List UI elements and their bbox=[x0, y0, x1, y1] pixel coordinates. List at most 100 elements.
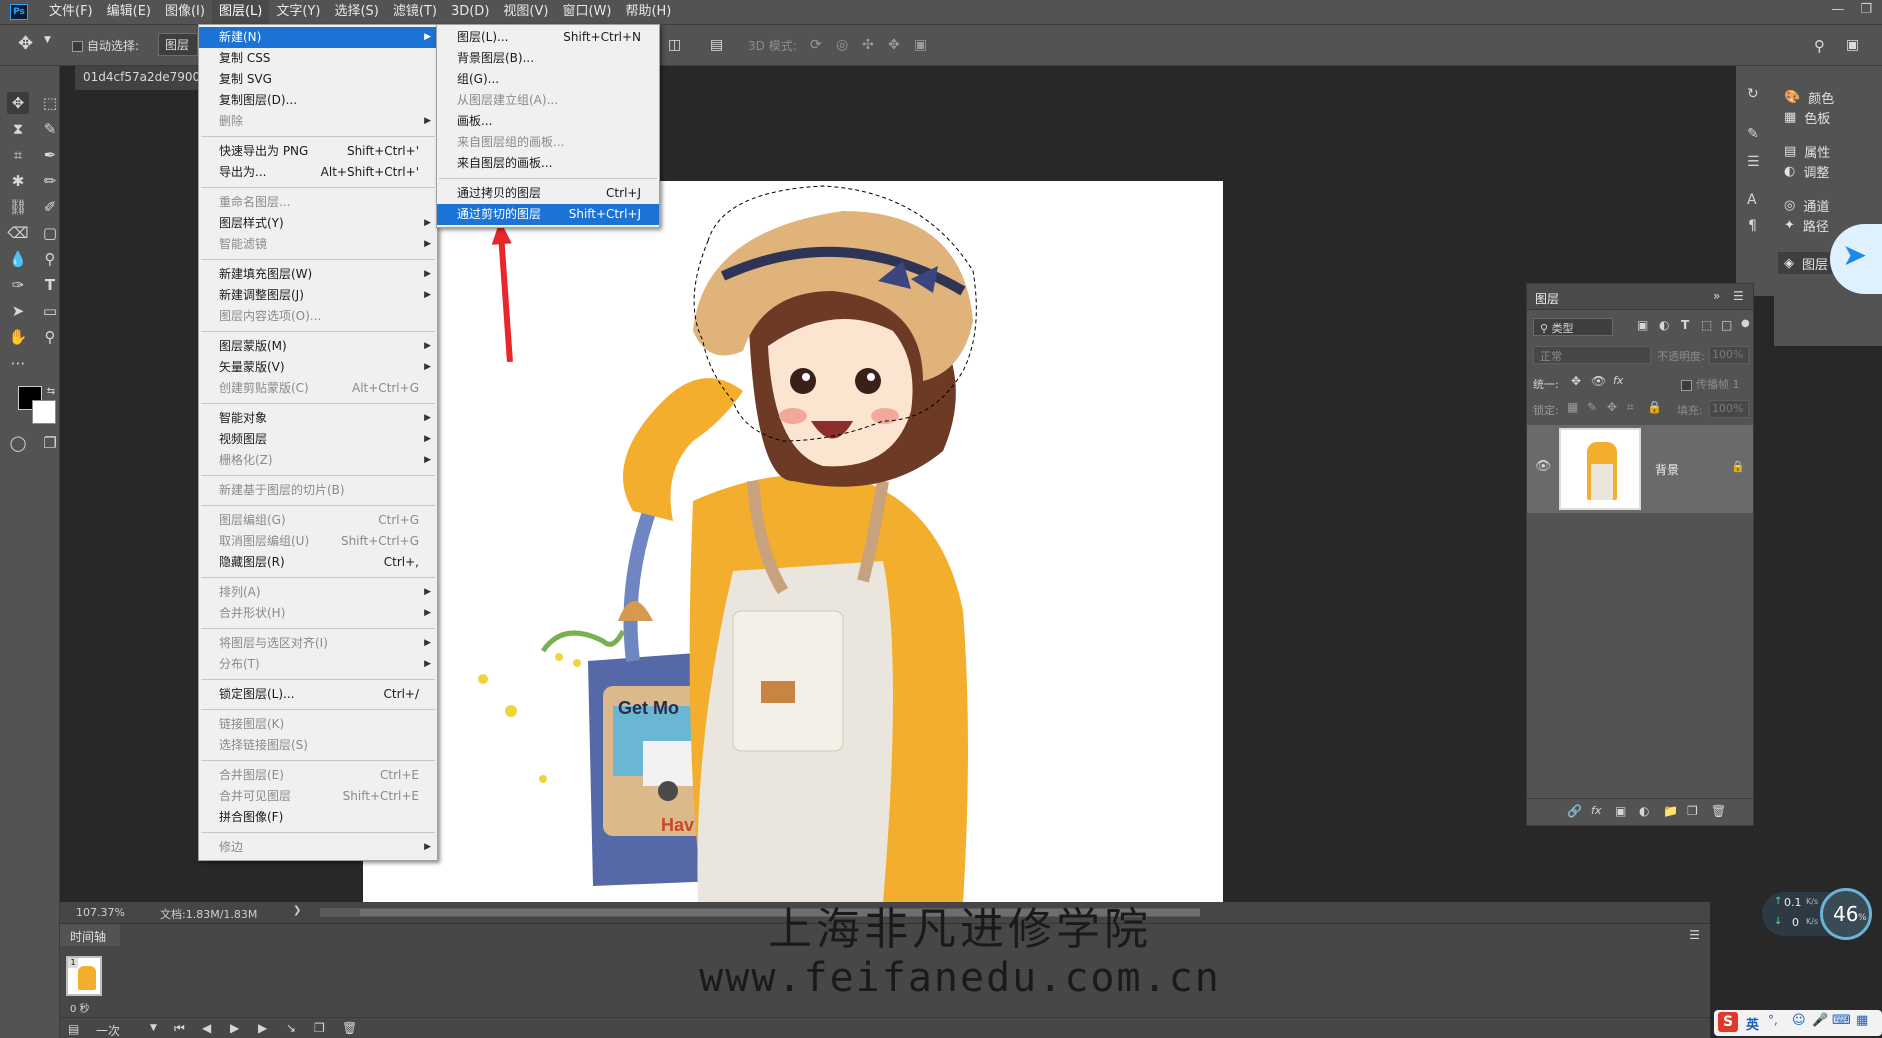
tween-icon[interactable]: ↘ bbox=[286, 1021, 296, 1035]
hand-tool-icon[interactable]: ✋ bbox=[7, 326, 29, 348]
delete-layer-icon[interactable]: 🗑 bbox=[1711, 804, 1726, 818]
distribute-icon[interactable]: ▤ bbox=[710, 37, 723, 53]
background-color-swatch[interactable] bbox=[32, 400, 56, 424]
chevron-down-icon[interactable]: ▼ bbox=[44, 35, 51, 45]
duplicate-frame-icon[interactable]: ❐ bbox=[314, 1021, 325, 1035]
propagate-frame[interactable]: 传播帧 1 bbox=[1681, 376, 1740, 392]
layer-row[interactable]: 👁 背景 🔒 bbox=[1527, 425, 1753, 513]
menu-item-1[interactable]: 编辑(E) bbox=[100, 0, 158, 24]
frame-thumbnail[interactable]: 1 bbox=[66, 956, 102, 996]
menu-item[interactable]: 智能对象 ▶ bbox=[199, 408, 437, 429]
panel-tab-4[interactable]: ◎ 通道 bbox=[1784, 194, 1829, 216]
history-brush-tool-icon[interactable]: ✐ bbox=[39, 196, 61, 218]
menu-item-7[interactable]: 3D(D) bbox=[444, 0, 496, 24]
zoom-level[interactable]: 107.37% bbox=[76, 906, 125, 919]
more-tools-icon[interactable]: ⋯ bbox=[7, 352, 29, 374]
panel-tab-2[interactable]: ▤ 属性 bbox=[1784, 140, 1830, 162]
menu-item[interactable]: 锁定图层(L)... Ctrl+/ bbox=[199, 684, 437, 705]
healing-tool-icon[interactable]: ✱ bbox=[7, 170, 29, 192]
character-icon[interactable]: A bbox=[1747, 192, 1757, 208]
menu-item-6[interactable]: 滤镜(T) bbox=[386, 0, 444, 24]
menu-item[interactable]: 矢量蒙版(V) ▶ bbox=[199, 357, 437, 378]
sogou-logo-icon[interactable]: S bbox=[1718, 1012, 1738, 1032]
3d-pan-icon[interactable]: ✣ bbox=[862, 37, 874, 53]
brush-settings-icon[interactable]: ✎ bbox=[1747, 126, 1759, 142]
align-icon[interactable]: ◫ bbox=[668, 37, 681, 53]
menu-item[interactable]: 隐藏图层(R) Ctrl+, bbox=[199, 552, 437, 573]
delete-frame-icon[interactable]: 🗑 bbox=[342, 1021, 357, 1035]
crop-tool-icon[interactable]: ⌗ bbox=[7, 144, 29, 166]
convert-icon[interactable]: ▤ bbox=[68, 1022, 79, 1036]
brush-tool-icon[interactable]: ✏ bbox=[39, 170, 61, 192]
minimize-icon[interactable]: — bbox=[1831, 2, 1844, 17]
emoji-icon[interactable]: ☺ bbox=[1792, 1013, 1806, 1028]
unify-style-icon[interactable]: fx bbox=[1613, 374, 1623, 387]
shape-filter-icon[interactable]: ⬚ bbox=[1701, 318, 1712, 332]
menu-item[interactable]: 通过拷贝的图层 Ctrl+J bbox=[437, 183, 659, 204]
dodge-tool-icon[interactable]: ⚲ bbox=[39, 248, 61, 270]
fill-input[interactable]: 100% bbox=[1709, 400, 1749, 418]
cpu-gauge[interactable]: 46 % bbox=[1820, 888, 1872, 940]
quick-mask-icon[interactable]: ◯ bbox=[7, 432, 29, 454]
link-layers-icon[interactable]: 🔗 bbox=[1567, 804, 1582, 818]
panel-menu-icon[interactable]: ☰ bbox=[1733, 289, 1744, 303]
menu-item-9[interactable]: 窗口(W) bbox=[555, 0, 618, 24]
menu-item[interactable]: 通过剪切的图层 Shift+Ctrl+J bbox=[437, 204, 659, 225]
menu-item[interactable]: 新建调整图层(J) ▶ bbox=[199, 285, 437, 306]
blur-tool-icon[interactable]: 💧 bbox=[7, 248, 29, 270]
menu-item[interactable]: 图层样式(Y) ▶ bbox=[199, 213, 437, 234]
menu-item[interactable]: 组(G)... bbox=[437, 69, 659, 90]
chevron-down-icon[interactable]: ▼ bbox=[150, 1023, 157, 1033]
pixel-filter-icon[interactable]: ▣ bbox=[1637, 318, 1648, 332]
3d-orbit-icon[interactable]: ⟳ bbox=[810, 37, 822, 53]
add-style-icon[interactable]: fx bbox=[1591, 804, 1601, 817]
marquee-tool-icon[interactable]: ⬚ bbox=[39, 92, 61, 114]
3d-slide-icon[interactable]: ✥ bbox=[888, 37, 900, 53]
new-layer-icon[interactable]: ❐ bbox=[1687, 804, 1698, 818]
new-group-icon[interactable]: 📁 bbox=[1663, 804, 1678, 818]
type-tool-icon[interactable]: T bbox=[39, 274, 61, 296]
keyboard-icon[interactable]: ⌨ bbox=[1832, 1013, 1851, 1028]
first-frame-icon[interactable]: ⏮ bbox=[174, 1021, 185, 1036]
opacity-input[interactable]: 100% bbox=[1709, 346, 1749, 364]
punctuation-icon[interactable]: °, bbox=[1768, 1013, 1778, 1027]
menu-item[interactable]: 快速导出为 PNG Shift+Ctrl+' bbox=[199, 141, 437, 162]
menu-item[interactable]: 背景图层(B)... bbox=[437, 48, 659, 69]
lock-transparent-icon[interactable]: ▦ bbox=[1567, 400, 1578, 414]
paragraph-icon[interactable]: ¶ bbox=[1748, 218, 1757, 234]
zoom-tool-icon[interactable]: ⚲ bbox=[39, 326, 61, 348]
menu-item[interactable]: 来自图层的画板... bbox=[437, 153, 659, 174]
play-icon[interactable]: ▶ bbox=[230, 1021, 239, 1035]
loop-dropdown[interactable]: 一次 bbox=[96, 1022, 120, 1038]
menu-item-4[interactable]: 文字(Y) bbox=[269, 0, 327, 24]
quick-select-tool-icon[interactable]: ✎ bbox=[39, 118, 61, 140]
pen-tool-icon[interactable]: ✑ bbox=[7, 274, 29, 296]
frame-delay[interactable]: 0 秒 bbox=[70, 1000, 90, 1015]
3d-roll-icon[interactable]: ◎ bbox=[836, 37, 848, 53]
unify-position-icon[interactable]: ✥ bbox=[1571, 374, 1581, 388]
move-tool-icon[interactable]: ✥ bbox=[7, 92, 29, 114]
blend-mode-dropdown[interactable]: 正常 bbox=[1533, 346, 1651, 364]
sliders-icon[interactable]: ☰ bbox=[1747, 154, 1760, 170]
swap-colors-icon[interactable]: ⇆ bbox=[44, 384, 58, 398]
menu-item[interactable]: 视频图层 ▶ bbox=[199, 429, 437, 450]
menu-item[interactable]: 新建填充图层(W) ▶ bbox=[199, 264, 437, 285]
unify-visibility-icon[interactable]: 👁 bbox=[1591, 374, 1606, 388]
menu-item-5[interactable]: 选择(S) bbox=[327, 0, 385, 24]
timeline-tab[interactable]: 时间轴 bbox=[60, 924, 120, 946]
menu-item-2[interactable]: 图像(I) bbox=[158, 0, 212, 24]
rectangle-tool-icon[interactable]: ▭ bbox=[39, 300, 61, 322]
adjustment-filter-icon[interactable]: ◐ bbox=[1659, 318, 1669, 332]
menu-item[interactable]: 导出为... Alt+Shift+Ctrl+' bbox=[199, 162, 437, 183]
document-tab[interactable]: 01d4cf57a2de79000 bbox=[75, 66, 208, 90]
history-icon[interactable]: ↻ bbox=[1747, 86, 1759, 102]
toolbox-icon[interactable]: ▦ bbox=[1856, 1013, 1868, 1028]
layer-name[interactable]: 背景 bbox=[1655, 461, 1679, 478]
lock-artboard-icon[interactable]: ⌗ bbox=[1627, 400, 1634, 415]
menu-item[interactable]: 新建(N) ▶ bbox=[199, 27, 437, 48]
add-mask-icon[interactable]: ▣ bbox=[1615, 804, 1626, 818]
visibility-eye-icon[interactable]: 👁 bbox=[1535, 459, 1552, 474]
3d-camera-icon[interactable]: ▣ bbox=[914, 37, 927, 53]
move-tool-icon[interactable]: ✥ bbox=[18, 33, 33, 54]
menu-item[interactable]: 拼合图像(F) bbox=[199, 807, 437, 828]
